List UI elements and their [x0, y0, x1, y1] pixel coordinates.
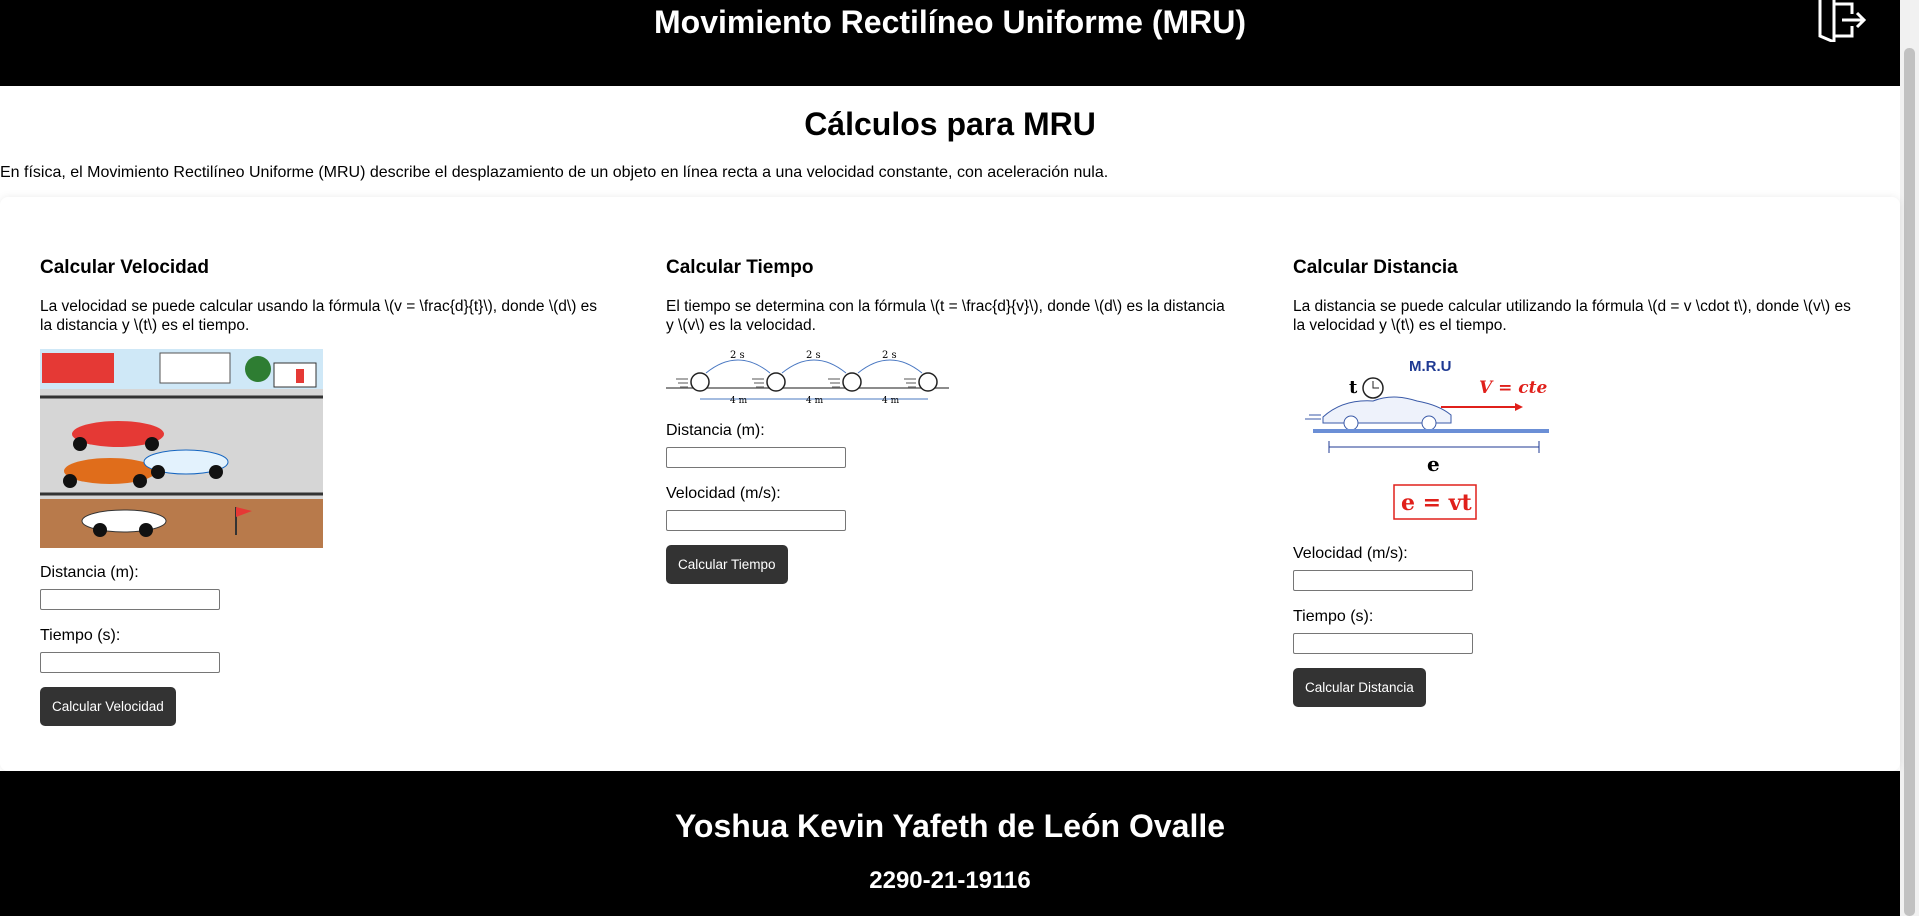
distance-time-input[interactable] — [1293, 633, 1473, 654]
interval-label-2: 2 s — [806, 350, 821, 361]
velocity-time-input[interactable] — [40, 652, 220, 673]
page-footer: Yoshua Kevin Yafeth de León Ovalle 2290-… — [0, 771, 1900, 916]
time-card-title: Calcular Tiempo — [666, 257, 814, 278]
time-card-description: El tiempo se determina con la fórmula \(… — [666, 298, 1225, 334]
velocity-card-title: Calcular Velocidad — [40, 257, 209, 278]
velocity-card: Calcular Velocidad La velocidad se puede… — [40, 256, 605, 726]
distance-velocity-input[interactable] — [1293, 570, 1473, 591]
time-velocity-label: Velocidad (m/s): — [666, 485, 781, 502]
vertical-scrollbar[interactable] — [1900, 0, 1919, 916]
velocity-constant-label: V = cte — [1479, 378, 1547, 398]
calculate-time-button[interactable]: Calcular Tiempo — [666, 545, 788, 584]
distance-label-1: 4 m — [730, 396, 748, 406]
distance-label-3: 4 m — [882, 396, 900, 406]
velocity-card-description: La velocidad se puede calcular usando la… — [40, 298, 598, 334]
footer-student-code: 2290-21-19116 — [869, 867, 1031, 894]
intro-text: En física, el Movimiento Rectilíneo Unif… — [0, 164, 1109, 181]
mru-t-label: t — [1349, 377, 1358, 398]
mru-car-diagram: M.R.U t V = cte e e = vt — [1293, 349, 1858, 534]
logout-icon[interactable] — [1812, 0, 1872, 42]
time-card: Calcular Tiempo El tiempo se determina c… — [666, 256, 1231, 584]
racing-cars-image — [40, 349, 605, 553]
distance-card-description: La distancia se puede calcular utilizand… — [1293, 298, 1851, 334]
distance-velocity-label: Velocidad (m/s): — [1293, 545, 1408, 562]
interval-label-3: 2 s — [882, 350, 897, 361]
time-distance-label: Distancia (m): — [666, 422, 765, 439]
distance-card-title: Calcular Distancia — [1293, 257, 1458, 278]
distance-time-label: Tiempo (s): — [1293, 608, 1374, 625]
distance-card: Calcular Distancia La distancia se puede… — [1293, 256, 1858, 707]
time-distance-input[interactable] — [666, 447, 846, 468]
mru-diagram-title: M.R.U — [1409, 358, 1452, 375]
scrollbar-thumb[interactable] — [1904, 48, 1915, 916]
interval-label-1: 2 s — [730, 350, 745, 361]
velocity-distance-label: Distancia (m): — [40, 564, 139, 581]
e-label: e — [1427, 452, 1440, 476]
e-equals-vt-formula: e = vt — [1401, 490, 1473, 516]
calculate-velocity-button[interactable]: Calcular Velocidad — [40, 687, 176, 726]
calculate-distance-button[interactable]: Calcular Distancia — [1293, 668, 1426, 707]
header-title: Movimiento Rectilíneo Uniforme (MRU) — [653, 4, 1246, 40]
page-title: Cálculos para MRU — [804, 106, 1096, 142]
mru-balls-diagram: 2 s 2 s 2 s 4 m 4 m 4 m — [666, 349, 1231, 411]
page-header: Movimiento Rectilíneo Uniforme (MRU) — [0, 0, 1900, 86]
distance-label-2: 4 m — [806, 396, 824, 406]
velocity-time-label: Tiempo (s): — [40, 627, 121, 644]
calculators-panel: Calcular Velocidad La velocidad se puede… — [0, 197, 1900, 771]
velocity-distance-input[interactable] — [40, 589, 220, 610]
footer-author: Yoshua Kevin Yafeth de León Ovalle — [674, 808, 1226, 844]
time-velocity-input[interactable] — [666, 510, 846, 531]
